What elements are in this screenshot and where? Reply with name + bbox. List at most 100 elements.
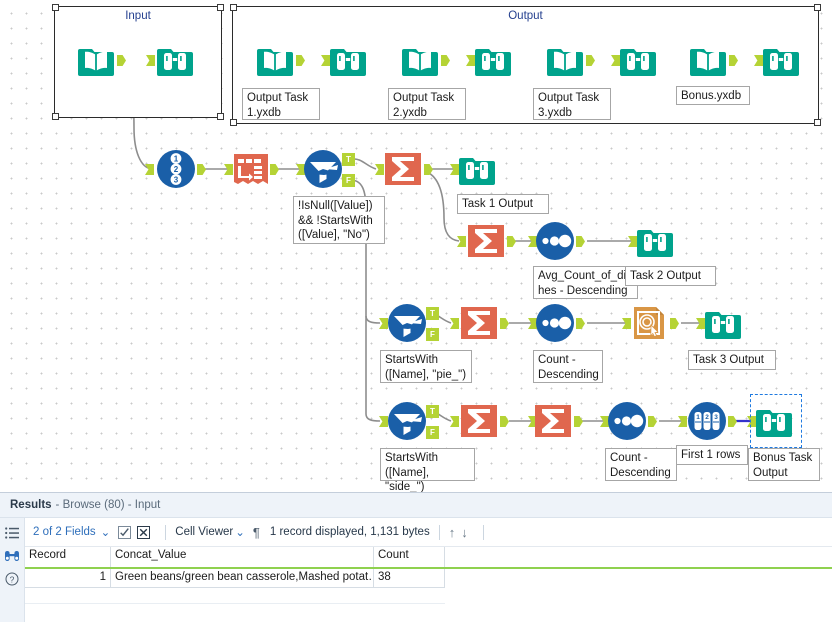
text-to-columns-tool[interactable]	[231, 149, 271, 189]
filter-false-anchor[interactable]: F	[426, 328, 439, 341]
output-anchor[interactable]	[729, 55, 738, 66]
resize-handle-br[interactable]	[814, 119, 821, 126]
output-anchor[interactable]	[441, 55, 450, 66]
resize-handle-tr[interactable]	[814, 4, 821, 11]
resize-handle-br[interactable]	[217, 113, 224, 120]
cell-count[interactable]: 38	[374, 569, 445, 588]
output-anchor[interactable]	[197, 164, 206, 175]
results-title: Results	[10, 499, 52, 511]
checkbox-icon[interactable]	[118, 525, 132, 539]
workflow-canvas[interactable]: Input Output Output Task 1.yxdb Output T…	[0, 0, 832, 492]
next-record-icon[interactable]: ↓	[461, 525, 468, 540]
resize-handle-tl[interactable]	[230, 4, 237, 11]
pilcrow-icon[interactable]: ¶	[253, 525, 260, 540]
toolbar-divider-1	[165, 524, 167, 540]
filter-tool[interactable]	[387, 401, 427, 441]
output-anchor[interactable]	[270, 164, 279, 175]
output-anchor[interactable]	[648, 416, 657, 427]
select-records-tool[interactable]	[629, 303, 669, 343]
list-icon[interactable]	[3, 523, 21, 543]
input-data-tool[interactable]	[76, 40, 116, 80]
input-data-tool[interactable]	[400, 40, 440, 80]
browse-tool[interactable]	[457, 149, 497, 189]
output-anchor[interactable]	[586, 55, 595, 66]
resize-handle-bl[interactable]	[52, 113, 59, 120]
sort-tool[interactable]	[535, 303, 575, 343]
input-data-tool[interactable]	[255, 40, 295, 80]
resize-handle-tl[interactable]	[52, 4, 59, 11]
sample-tool[interactable]: 123	[687, 401, 727, 441]
output-anchor[interactable]	[500, 416, 509, 427]
help-icon[interactable]: ?	[3, 569, 21, 589]
input-anchor[interactable]	[145, 164, 154, 175]
column-header-concat-value[interactable]: Concat_Value	[111, 547, 374, 567]
sort-tool[interactable]	[535, 221, 575, 261]
input-anchor[interactable]	[457, 236, 466, 247]
filter-false-anchor[interactable]: F	[342, 174, 355, 187]
output-anchor[interactable]	[576, 318, 585, 329]
annotation-first-rows: First 1 rows	[676, 445, 748, 465]
output-anchor[interactable]	[424, 164, 433, 175]
record-status-text: 1 record displayed, 1,131 bytes	[269, 526, 430, 538]
cell-viewer-label[interactable]: Cell Viewer	[175, 526, 233, 538]
output-anchor[interactable]	[507, 236, 516, 247]
output-anchor[interactable]	[500, 318, 509, 329]
output-anchor[interactable]	[117, 55, 126, 66]
summarize-tool[interactable]	[533, 401, 573, 441]
annotation-filter-pie: StartsWith ([Name], "pie_")	[380, 350, 472, 383]
results-side-rail: ?	[0, 518, 25, 622]
output-anchor[interactable]	[670, 318, 679, 329]
record-id-tool[interactable]: 1 2 3	[156, 149, 196, 189]
selection-marquee	[750, 394, 802, 448]
browse-tool[interactable]	[473, 40, 513, 80]
alteryx-designer-window: Input Output Output Task 1.yxdb Output T…	[0, 0, 832, 622]
chevron-down-icon-cell-viewer[interactable]: ⌄	[235, 525, 245, 539]
filter-true-anchor[interactable]: T	[426, 405, 439, 418]
output-anchor[interactable]	[728, 416, 737, 427]
input-anchor[interactable]	[450, 416, 459, 427]
toolbar-divider-3	[482, 524, 484, 540]
output-anchor[interactable]	[576, 236, 585, 247]
sort-tool[interactable]	[607, 401, 647, 441]
cell-concat-value[interactable]: Green beans/green bean casserole,Mashed …	[111, 569, 374, 588]
browse-tool[interactable]	[618, 40, 658, 80]
binoculars-icon[interactable]	[3, 546, 21, 566]
summarize-tool[interactable]	[459, 401, 499, 441]
table-row[interactable]: 1 Green beans/green bean casserole,Mashe…	[25, 569, 832, 588]
chevron-down-icon-fields[interactable]: ⌄	[101, 525, 111, 539]
filter-true-anchor[interactable]: T	[342, 153, 355, 166]
input-data-tool[interactable]	[688, 40, 728, 80]
annotation-sort-count-desc-1: Count - Descending	[533, 350, 603, 383]
output-anchor[interactable]	[296, 55, 305, 66]
browse-tool[interactable]	[155, 40, 195, 80]
browse-tool[interactable]	[635, 221, 675, 261]
output-anchor[interactable]	[574, 416, 583, 427]
input-data-tool[interactable]	[545, 40, 585, 80]
grid-header-row: Record Concat_Value Count	[25, 547, 832, 569]
resize-handle-tr[interactable]	[217, 4, 224, 11]
previous-record-icon[interactable]: ↑	[449, 525, 456, 540]
input-anchor[interactable]	[146, 55, 155, 66]
input-anchor[interactable]	[678, 416, 687, 427]
browse-tool[interactable]	[761, 40, 801, 80]
browse-tool[interactable]	[328, 40, 368, 80]
annotation-task-1-output: Task 1 Output	[457, 194, 549, 214]
filter-true-anchor[interactable]: T	[426, 307, 439, 320]
resize-handle-bl[interactable]	[230, 119, 237, 126]
annotation-output-task-1: Output Task 1.yxdb	[242, 88, 320, 120]
filter-false-anchor[interactable]: F	[426, 426, 439, 439]
column-header-count[interactable]: Count	[374, 547, 445, 567]
summarize-tool[interactable]	[459, 303, 499, 343]
summarize-tool[interactable]	[466, 221, 506, 261]
browse-tool[interactable]	[703, 303, 743, 343]
filter-tool[interactable]	[387, 303, 427, 343]
cell-record[interactable]: 1	[25, 569, 111, 588]
filter-tool[interactable]	[303, 149, 343, 189]
clear-selection-icon[interactable]	[137, 525, 151, 539]
column-header-record[interactable]: Record	[25, 547, 111, 567]
container-output-title: Output	[508, 10, 543, 22]
fields-selector-label[interactable]: 2 of 2 Fields	[33, 526, 96, 538]
summarize-tool[interactable]	[383, 149, 423, 189]
results-grid[interactable]: Record Concat_Value Count 1 Green beans/…	[25, 547, 832, 604]
input-anchor[interactable]	[450, 318, 459, 329]
